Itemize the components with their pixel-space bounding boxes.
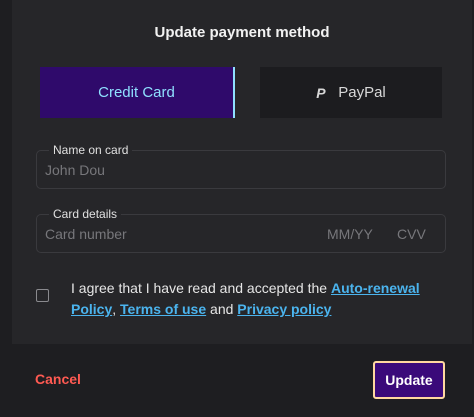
- name-on-card-field[interactable]: Name on card John Dou: [36, 143, 446, 189]
- agreement-prefix: I agree that I have read and accepted th…: [71, 280, 331, 296]
- cancel-button[interactable]: Cancel: [35, 371, 81, 387]
- agreement-sep1: ,: [112, 301, 121, 317]
- tab-credit-card-label: Credit Card: [98, 84, 175, 101]
- agreement-text: I agree that I have read and accepted th…: [71, 278, 446, 320]
- card-number-input[interactable]: Card number: [45, 226, 127, 242]
- payment-modal: Update payment method Credit Card P PayP…: [12, 0, 472, 417]
- update-button[interactable]: Update: [373, 361, 445, 399]
- agreement-sep2: and: [206, 301, 238, 317]
- privacy-policy-link[interactable]: Privacy policy: [237, 301, 331, 317]
- dialog-title: Update payment method: [154, 24, 330, 41]
- tab-paypal[interactable]: P PayPal: [260, 67, 442, 118]
- agree-checkbox[interactable]: [36, 289, 49, 302]
- dialog-footer: Cancel Update: [12, 344, 472, 417]
- expiry-input[interactable]: MM/YY: [327, 226, 373, 242]
- terms-of-use-link[interactable]: Terms of use: [120, 301, 206, 317]
- name-on-card-placeholder: John Dou: [45, 162, 105, 178]
- card-details-label: Card details: [49, 207, 122, 221]
- tab-paypal-label: PayPal: [338, 84, 386, 101]
- name-on-card-label: Name on card: [49, 143, 133, 157]
- backdrop-left: [0, 0, 12, 417]
- cvv-input[interactable]: CVV: [397, 226, 426, 242]
- tab-credit-card[interactable]: Credit Card: [40, 67, 235, 118]
- paypal-icon: P: [316, 84, 326, 101]
- card-details-field[interactable]: Card details Card number MM/YY CVV: [36, 207, 446, 253]
